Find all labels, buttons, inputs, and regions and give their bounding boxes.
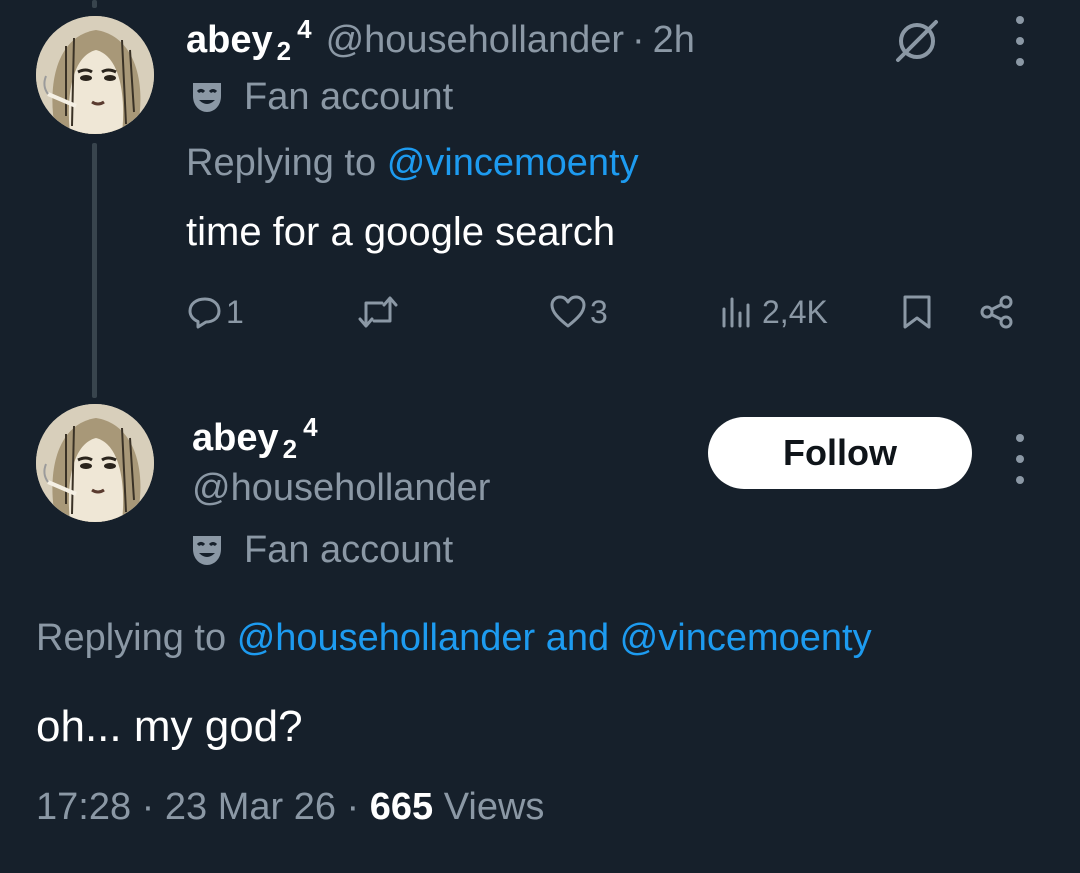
display-name[interactable]: abey 24	[192, 412, 318, 465]
fan-account-label: Fan account	[244, 528, 454, 571]
separator: ·	[346, 786, 360, 828]
reply-tweet-header: abey 24 @househollander · 2h	[186, 14, 695, 67]
display-name-subscript: 2	[282, 434, 298, 464]
comedy-mask-icon	[193, 536, 221, 565]
avatar-illustration	[36, 404, 154, 522]
fan-account-badge: Fan account	[190, 74, 453, 120]
like-count: 3	[590, 293, 608, 330]
share-button[interactable]	[978, 293, 1016, 331]
mention-conjunction[interactable]: and	[546, 617, 609, 659]
avatar[interactable]	[36, 404, 154, 522]
follow-button[interactable]: Follow	[708, 417, 972, 489]
thread-line-top	[92, 0, 97, 8]
fan-account-badge: Fan account	[190, 527, 453, 573]
comedy-mask-icon	[193, 83, 221, 112]
replying-prefix: Replying to	[186, 142, 377, 184]
share-icon	[980, 295, 1013, 329]
reply-button[interactable]: 1	[186, 293, 244, 331]
like-icon	[550, 295, 586, 328]
avatar-illustration	[36, 16, 154, 134]
replying-prefix: Replying to	[36, 617, 227, 659]
retweet-button[interactable]	[356, 293, 400, 331]
avatar[interactable]	[36, 16, 154, 134]
like-button[interactable]: 3	[548, 293, 608, 331]
handle[interactable]: @househollander	[326, 19, 624, 62]
tweet-date[interactable]: 23 Mar 26	[165, 786, 336, 828]
timestamp[interactable]: 2h	[653, 19, 695, 62]
replying-to: Replying to @vincemoenty	[186, 142, 639, 185]
bookmark-button[interactable]	[898, 293, 936, 331]
reply-icon	[188, 297, 221, 329]
display-name-superscript: 4	[303, 412, 318, 442]
tweet-meta: 17:28 · 23 Mar 26 · 665 Views	[36, 786, 544, 829]
reply-count: 1	[226, 293, 244, 330]
tweet-text: oh... my god?	[36, 702, 303, 751]
mention-link[interactable]: @househollander	[237, 617, 535, 659]
display-name-superscript: 4	[297, 14, 312, 44]
display-name-text: abey	[192, 417, 279, 459]
tweet-time[interactable]: 17:28	[36, 786, 131, 828]
separator: ·	[632, 19, 645, 61]
more-icon[interactable]	[1005, 16, 1035, 66]
retweet-icon	[358, 296, 398, 328]
fan-account-label: Fan account	[244, 75, 454, 118]
views-label: Views	[443, 786, 545, 828]
thread-line	[92, 143, 97, 398]
action-bar: 1 3 2,4K	[186, 293, 1026, 343]
views-icon	[722, 297, 750, 328]
separator: ·	[141, 786, 155, 828]
views-button[interactable]: 2,4K	[718, 293, 828, 331]
display-name[interactable]: abey 24	[186, 14, 312, 67]
views-count: 2,4K	[762, 293, 828, 330]
tweet-text: time for a google search	[186, 210, 616, 254]
bookmark-icon	[903, 295, 931, 329]
display-name-subscript: 2	[276, 36, 292, 66]
grok-icon[interactable]	[892, 16, 942, 66]
views-count: 665	[369, 786, 434, 828]
handle[interactable]: @househollander	[192, 467, 490, 510]
mention-link[interactable]: @vincemoenty	[387, 142, 639, 184]
replying-to: Replying to @househollander and @vincemo…	[36, 617, 872, 660]
mention-link[interactable]: @vincemoenty	[620, 617, 872, 659]
display-name-text: abey	[186, 19, 273, 61]
more-icon[interactable]	[1005, 434, 1035, 484]
